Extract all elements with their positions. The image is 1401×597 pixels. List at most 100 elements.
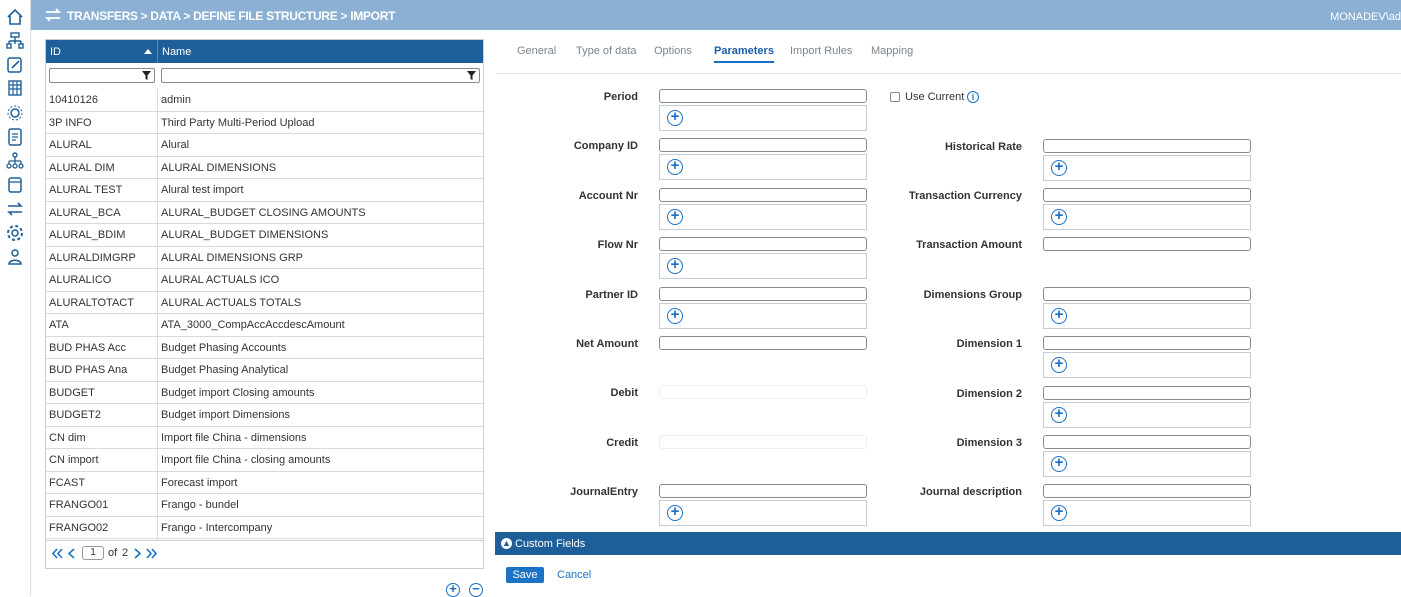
journal-description-input[interactable] [1043,484,1251,499]
filter-id-input[interactable] [49,68,155,83]
table-row[interactable]: 3P INFO Third Party Multi-Period Upload [46,112,483,134]
journal-description-add-box: + [1043,500,1251,527]
tab-mapping[interactable]: Mapping [871,45,913,57]
grid-rows: 10410126 admin 3P INFO Third Party Multi-Pe… [46,89,483,539]
cell-id: 10410126 [49,94,98,106]
table-row[interactable]: ALURALTOTACT ALURAL ACTUALS TOTALS [46,292,483,314]
network-icon[interactable] [6,104,24,122]
debit-label: Debit [610,387,639,400]
add-circle-icon[interactable]: + [1051,307,1067,324]
save-button[interactable]: Save [506,567,544,583]
add-circle-icon[interactable]: + [1051,406,1067,423]
page-number-input[interactable]: 1 [82,546,104,560]
tab-parameters[interactable]: Parameters [714,45,774,63]
add-circle-icon[interactable]: + [667,109,683,126]
next-page-icon[interactable] [133,548,142,559]
book-icon[interactable] [6,176,24,194]
cell-id: ALURAL [49,139,92,151]
table-row[interactable]: BUDGET2 Budget import Dimensions [46,404,483,427]
table-row[interactable]: ALURALDIMGRP ALURAL DIMENSIONS GRP [46,247,483,269]
add-circle-icon[interactable]: + [667,158,683,176]
company-id-input[interactable] [659,138,867,153]
home-icon[interactable] [6,8,24,26]
transaction-currency-input[interactable] [1043,187,1251,202]
tab-type-of-data[interactable]: Type of data [576,45,637,57]
table-row[interactable]: ALURAL_BDIM ALURAL_BUDGET DIMENSIONS [46,224,483,247]
table-row[interactable]: BUD PHAS Acc Budget Phasing Accounts [46,337,483,359]
custom-fields-bar[interactable]: ▲ Custom Fields [495,532,1401,555]
tab-options[interactable]: Options [654,45,692,57]
add-item-icon[interactable]: + [446,582,460,597]
table-row[interactable]: FCAST Forecast import [46,472,483,494]
account-nr-input[interactable] [659,187,867,202]
flow-nr-input[interactable] [659,237,867,252]
filter-icon[interactable] [142,71,151,80]
add-circle-icon[interactable]: + [1051,356,1067,374]
hierarchy-icon[interactable] [6,32,24,50]
historical-rate-input[interactable] [1043,138,1251,153]
column-header-id[interactable]: ID [50,46,61,58]
use-current-checkbox[interactable] [890,92,900,102]
table-row[interactable]: BUD PHAS Ana Budget Phasing Analytical [46,359,483,382]
add-circle-icon[interactable]: + [667,307,683,324]
users-icon[interactable] [6,248,24,266]
add-circle-icon[interactable]: + [667,504,683,522]
table-row[interactable]: ALURAL_BCA ALURAL_BUDGET CLOSING AMOUNTS [46,202,483,224]
page-total: 2 [122,547,129,559]
add-circle-icon[interactable]: + [1051,159,1067,176]
use-current-label: Use Current [905,91,965,103]
filter-icon[interactable] [467,71,476,80]
table-row[interactable]: ALURAL DIM ALURAL DIMENSIONS [46,157,483,179]
dimension-1-input[interactable] [1043,336,1251,351]
dimensions-group-input[interactable] [1043,286,1251,301]
table-row[interactable]: ATA ATA_3000_CompAccAccdescAmount [46,314,483,337]
transaction-amount-input[interactable] [1043,237,1251,252]
sort-asc-icon[interactable] [144,49,152,54]
table-row[interactable]: CN import Import file China - closing amo… [46,449,483,472]
dimensions-group-label: Dimensions Group [923,288,1022,301]
dimension-3-input[interactable] [1043,434,1251,449]
table-row[interactable]: ALURAL TEST Alural test import [46,179,483,202]
cell-id: 3P INFO [49,116,92,129]
add-circle-icon[interactable]: + [1051,455,1067,472]
tab-import-rules[interactable]: Import Rules [790,45,852,57]
dimension-2-input[interactable] [1043,385,1251,400]
add-circle-icon[interactable]: + [1051,208,1067,225]
period-input[interactable] [659,89,867,103]
table-row[interactable]: ALURAL Alural [46,134,483,157]
first-page-icon[interactable] [52,548,63,559]
table-row[interactable]: FRANGO01 Frango - bundel [46,494,483,517]
cancel-button[interactable]: Cancel [557,569,591,581]
transaction-amount-label: Transaction Amount [916,239,1022,252]
custom-fields-label: Custom Fields [515,538,586,550]
data-grid-icon[interactable] [6,79,24,97]
table-row[interactable]: 10410126 admin [46,89,483,112]
cell-name: ALURAL DIMENSIONS GRP [161,251,304,264]
edit-icon[interactable] [6,56,24,74]
partner-id-input[interactable] [659,286,867,301]
settings-gear-icon[interactable] [6,224,24,242]
net-amount-input[interactable] [659,336,867,350]
report-icon[interactable] [6,128,24,146]
org-chart-icon[interactable] [6,152,24,170]
last-page-icon[interactable] [146,548,157,559]
tab-general[interactable]: General [517,45,556,57]
cell-id: CN dim [49,431,86,444]
table-row[interactable]: ALURALICO ALURAL ACTUALS ICO [46,269,483,292]
table-row[interactable]: CN dim Import file China - dimensions [46,427,483,449]
cell-name: Third Party Multi-Period Upload [161,116,315,129]
remove-item-icon[interactable]: − [469,582,483,597]
add-circle-icon[interactable]: + [1051,504,1067,522]
journalentry-input[interactable] [659,484,867,499]
add-circle-icon[interactable]: + [667,257,683,275]
column-header-name[interactable]: Name [162,46,191,58]
user-name[interactable]: MONADEV\ad [1330,11,1401,23]
credit-label: Credit [606,436,638,449]
transfer-icon[interactable] [6,200,24,218]
table-row[interactable]: FRANGO02 Frango - Intercompany [46,517,483,539]
table-row[interactable]: BUDGET Budget import Closing amounts [46,382,483,404]
filter-name-input[interactable] [161,68,480,83]
info-icon[interactable]: i [967,91,979,103]
prev-page-icon[interactable] [67,548,76,559]
add-circle-icon[interactable]: + [667,208,683,225]
